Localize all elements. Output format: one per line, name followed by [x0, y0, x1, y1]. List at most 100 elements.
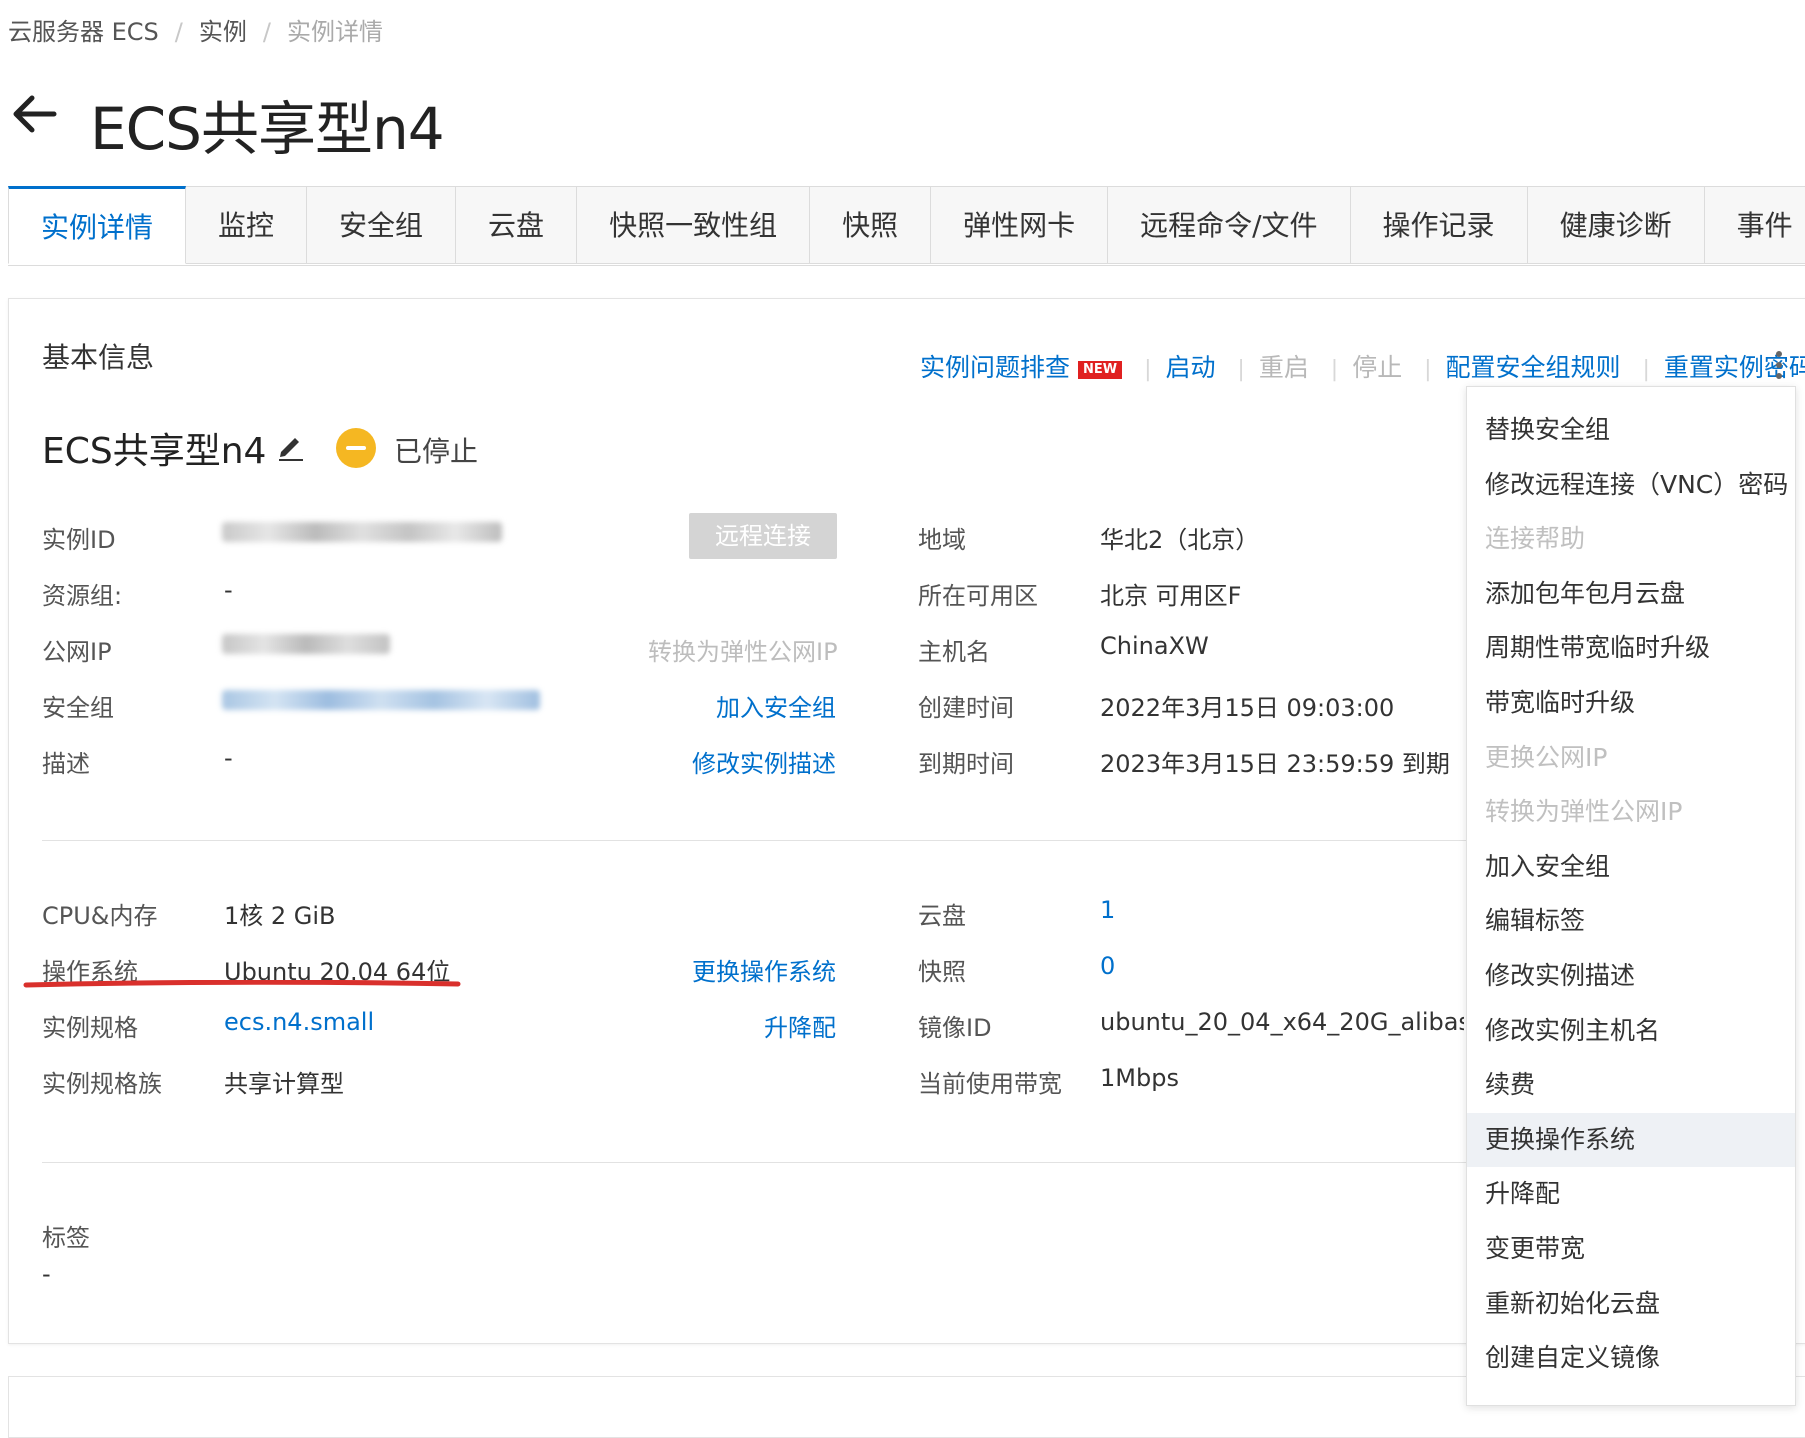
snapshot-count[interactable]: 0: [1100, 952, 1115, 980]
tab-health-diagnosis[interactable]: 健康诊断: [1527, 186, 1705, 264]
stopped-status-icon: [336, 428, 376, 468]
action-divider: |: [1130, 357, 1166, 382]
menu-item-reinit-disk[interactable]: 重新初始化云盘: [1467, 1277, 1795, 1331]
tab-operation-log[interactable]: 操作记录: [1350, 186, 1528, 264]
action-divider: |: [1410, 357, 1446, 382]
upgrade-downgrade-link[interactable]: 升降配: [764, 1008, 836, 1043]
resource-group-value: -: [224, 576, 233, 604]
hostname-value: ChinaXW: [1100, 632, 1209, 660]
instance-id-redacted: [222, 522, 502, 542]
cpu-memory-label: CPU&内存: [42, 902, 158, 930]
instance-spec-label: 实例规格: [42, 1014, 138, 1042]
menu-item-change-os[interactable]: 更换操作系统: [1467, 1113, 1795, 1167]
stop-button: 停止: [1352, 353, 1403, 382]
menu-item-replace-security-group[interactable]: 替换安全组: [1467, 403, 1795, 457]
tabs-divider: [8, 265, 1805, 266]
edit-icon[interactable]: [275, 430, 307, 462]
breadcrumb-item-instances[interactable]: 实例: [199, 18, 247, 46]
description-label: 描述: [42, 750, 90, 778]
security-group-label: 安全组: [42, 694, 114, 722]
breadcrumb-separator: /: [174, 18, 183, 46]
zone-value: 北京 可用区F: [1100, 582, 1242, 610]
tab-instance-details[interactable]: 实例详情: [8, 186, 187, 264]
resource-group-label: 资源组:: [42, 582, 123, 610]
convert-eip-link: 转换为弹性公网IP: [648, 638, 838, 666]
join-security-group-link[interactable]: 加入安全组: [716, 688, 836, 723]
spec-family-value: 共享计算型: [224, 1070, 344, 1098]
config-sg-rules-link[interactable]: 配置安全组规则: [1446, 353, 1621, 382]
menu-item-modify-vnc-password[interactable]: 修改远程连接（VNC）密码: [1467, 458, 1795, 512]
change-os-link[interactable]: 更换操作系统: [692, 952, 836, 987]
cloud-disk-label: 云盘: [918, 902, 966, 930]
bandwidth-label: 当前使用带宽: [918, 1070, 1062, 1098]
page-title: ECS共享型n4: [90, 95, 445, 163]
section-divider: [42, 1162, 1472, 1163]
menu-item-create-custom-image[interactable]: 创建自定义镜像: [1467, 1331, 1795, 1385]
public-ip-label: 公网IP: [42, 638, 112, 666]
image-id-label: 镜像ID: [918, 1014, 992, 1042]
menu-item-modify-hostname[interactable]: 修改实例主机名: [1467, 1004, 1795, 1058]
new-badge: NEW: [1078, 361, 1123, 379]
security-group-redacted[interactable]: [222, 690, 540, 710]
instance-name: ECS共享型n4: [42, 431, 267, 472]
description-value: -: [224, 744, 233, 772]
menu-item-change-bandwidth[interactable]: 变更带宽: [1467, 1222, 1795, 1276]
tab-security-group[interactable]: 安全组: [307, 186, 457, 264]
tab-bar: 实例详情 监控 安全组 云盘 快照一致性组 快照 弹性网卡 远程命令/文件 操作…: [8, 186, 1805, 266]
breadcrumb-item-current: 实例详情: [286, 18, 383, 46]
tab-monitoring[interactable]: 监控: [186, 186, 308, 264]
cloud-disk-count[interactable]: 1: [1100, 896, 1115, 924]
menu-item-convert-eip: 转换为弹性公网IP: [1485, 797, 1683, 826]
start-button[interactable]: 启动: [1165, 353, 1215, 382]
cpu-memory-value: 1核 2 GiB: [224, 902, 336, 930]
menu-item-edit-tags[interactable]: 编辑标签: [1467, 894, 1795, 948]
tab-eni[interactable]: 弹性网卡: [931, 186, 1109, 264]
tab-cloud-disk[interactable]: 云盘: [456, 186, 578, 264]
breadcrumb-separator: /: [262, 18, 271, 46]
zone-label: 所在可用区: [918, 582, 1038, 610]
menu-item-add-subscription-disk[interactable]: 添加包年包月云盘: [1467, 567, 1795, 621]
menu-item-periodic-bandwidth-upgrade[interactable]: 周期性带宽临时升级: [1467, 621, 1795, 675]
region-value: 华北2（北京）: [1100, 526, 1260, 554]
modify-description-link[interactable]: 修改实例描述: [692, 744, 836, 779]
tab-snapshot[interactable]: 快照: [810, 186, 932, 264]
tags-label: 标签: [42, 1224, 90, 1252]
tab-remote-command[interactable]: 远程命令/文件: [1108, 186, 1351, 264]
tab-events[interactable]: 事件: [1704, 186, 1805, 264]
tab-snapshot-consistency-group[interactable]: 快照一致性组: [577, 186, 811, 264]
more-actions-menu: 替换安全组 修改远程连接（VNC）密码 连接帮助 添加包年包月云盘 周期性带宽临…: [1466, 386, 1796, 1406]
instance-id-label: 实例ID: [42, 526, 116, 554]
menu-item-temp-bandwidth-upgrade[interactable]: 带宽临时升级: [1467, 676, 1795, 730]
public-ip-redacted: [222, 634, 390, 654]
menu-item-upgrade-downgrade[interactable]: 升降配: [1467, 1167, 1795, 1221]
spec-family-label: 实例规格族: [42, 1070, 162, 1098]
instance-status: 已停止: [394, 435, 479, 468]
instance-spec-value[interactable]: ecs.n4.small: [224, 1008, 374, 1036]
hostname-label: 主机名: [918, 638, 990, 666]
expire-time-value: 2023年3月15日 23:59:59 到期: [1100, 750, 1450, 778]
image-id-value: ubuntu_20_04_x64_20G_alibase.: [1100, 1008, 1464, 1036]
more-vertical-icon[interactable]: [1772, 350, 1786, 380]
breadcrumb-item-ecs[interactable]: 云服务器 ECS: [8, 18, 159, 46]
menu-item-change-public-ip: 更换公网IP: [1485, 743, 1608, 772]
menu-item-modify-description[interactable]: 修改实例描述: [1467, 949, 1795, 1003]
remote-connect-button: 远程连接: [689, 513, 837, 559]
annotation-underline: [23, 980, 461, 988]
snapshot-label: 快照: [918, 958, 966, 986]
menu-item-join-security-group[interactable]: 加入安全组: [1467, 840, 1795, 894]
menu-item-renew[interactable]: 续费: [1467, 1058, 1795, 1112]
breadcrumb: 云服务器 ECS / 实例 / 实例详情: [8, 12, 383, 47]
menu-item-connection-help: 连接帮助: [1485, 524, 1586, 553]
tags-value: -: [42, 1260, 51, 1288]
troubleshoot-label: 实例问题排查: [920, 353, 1071, 382]
bandwidth-value: 1Mbps: [1100, 1064, 1179, 1092]
action-divider: |: [1223, 357, 1259, 382]
action-divider: |: [1316, 357, 1353, 382]
troubleshoot-link[interactable]: 实例问题排查 NEW: [920, 353, 1123, 382]
action-bar: 实例问题排查 NEW | 启动 | 重启 | 停止 | 配置安全组规则 | 重置实…: [920, 348, 1805, 384]
action-divider: |: [1628, 357, 1664, 382]
created-time-label: 创建时间: [918, 694, 1014, 722]
back-arrow-icon[interactable]: [8, 88, 60, 140]
region-label: 地域: [918, 526, 966, 554]
restart-button: 重启: [1258, 353, 1309, 382]
